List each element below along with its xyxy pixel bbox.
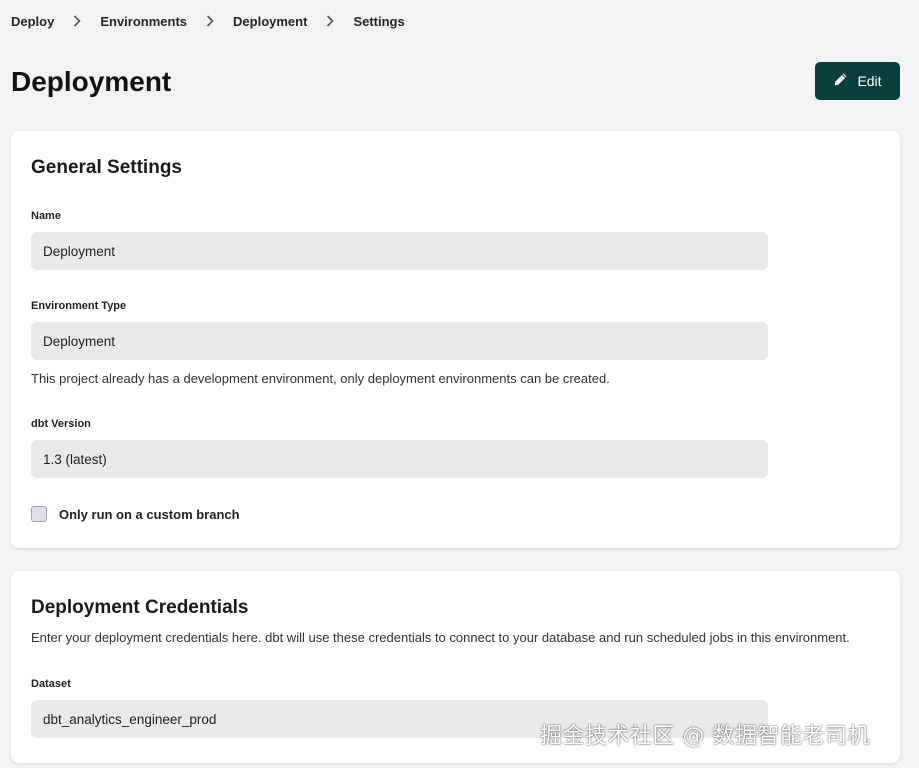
watermark: 掘金技术社区 @ 数据智能老司机 <box>540 724 870 749</box>
environment-type-help: This project already has a development e… <box>31 371 610 386</box>
chevron-right-icon <box>54 15 100 27</box>
deployment-credentials-title: Deployment Credentials <box>31 597 249 618</box>
breadcrumb-item-deployment[interactable]: Deployment <box>233 14 307 29</box>
edit-button-label: Edit <box>857 73 882 89</box>
custom-branch-checkbox[interactable] <box>31 506 47 522</box>
edit-button[interactable]: Edit <box>815 62 900 100</box>
custom-branch-option[interactable]: Only run on a custom branch <box>31 506 240 522</box>
page-title: Deployment <box>11 66 172 97</box>
general-settings-card: General Settings Name Deployment Environ… <box>11 131 900 548</box>
chevron-right-icon <box>187 15 233 27</box>
name-field[interactable]: Deployment <box>31 232 768 270</box>
breadcrumb: Deploy Environments Deployment Settings <box>11 12 405 30</box>
environment-type-field[interactable]: Deployment <box>31 322 768 360</box>
pencil-icon <box>833 72 848 90</box>
breadcrumb-item-settings: Settings <box>353 13 405 29</box>
chevron-right-icon <box>307 15 353 27</box>
dbt-version-field[interactable]: 1.3 (latest) <box>31 440 768 478</box>
general-settings-title: General Settings <box>31 157 182 178</box>
dbt-version-label: dbt Version <box>31 418 91 430</box>
name-label: Name <box>31 210 61 222</box>
environment-type-label: Environment Type <box>31 300 127 312</box>
custom-branch-label: Only run on a custom branch <box>59 506 240 522</box>
breadcrumb-item-environments[interactable]: Environments <box>100 14 187 29</box>
dataset-label: Dataset <box>31 678 71 690</box>
breadcrumb-item-deploy[interactable]: Deploy <box>11 14 54 29</box>
deployment-credentials-description: Enter your deployment credentials here. … <box>31 630 850 645</box>
